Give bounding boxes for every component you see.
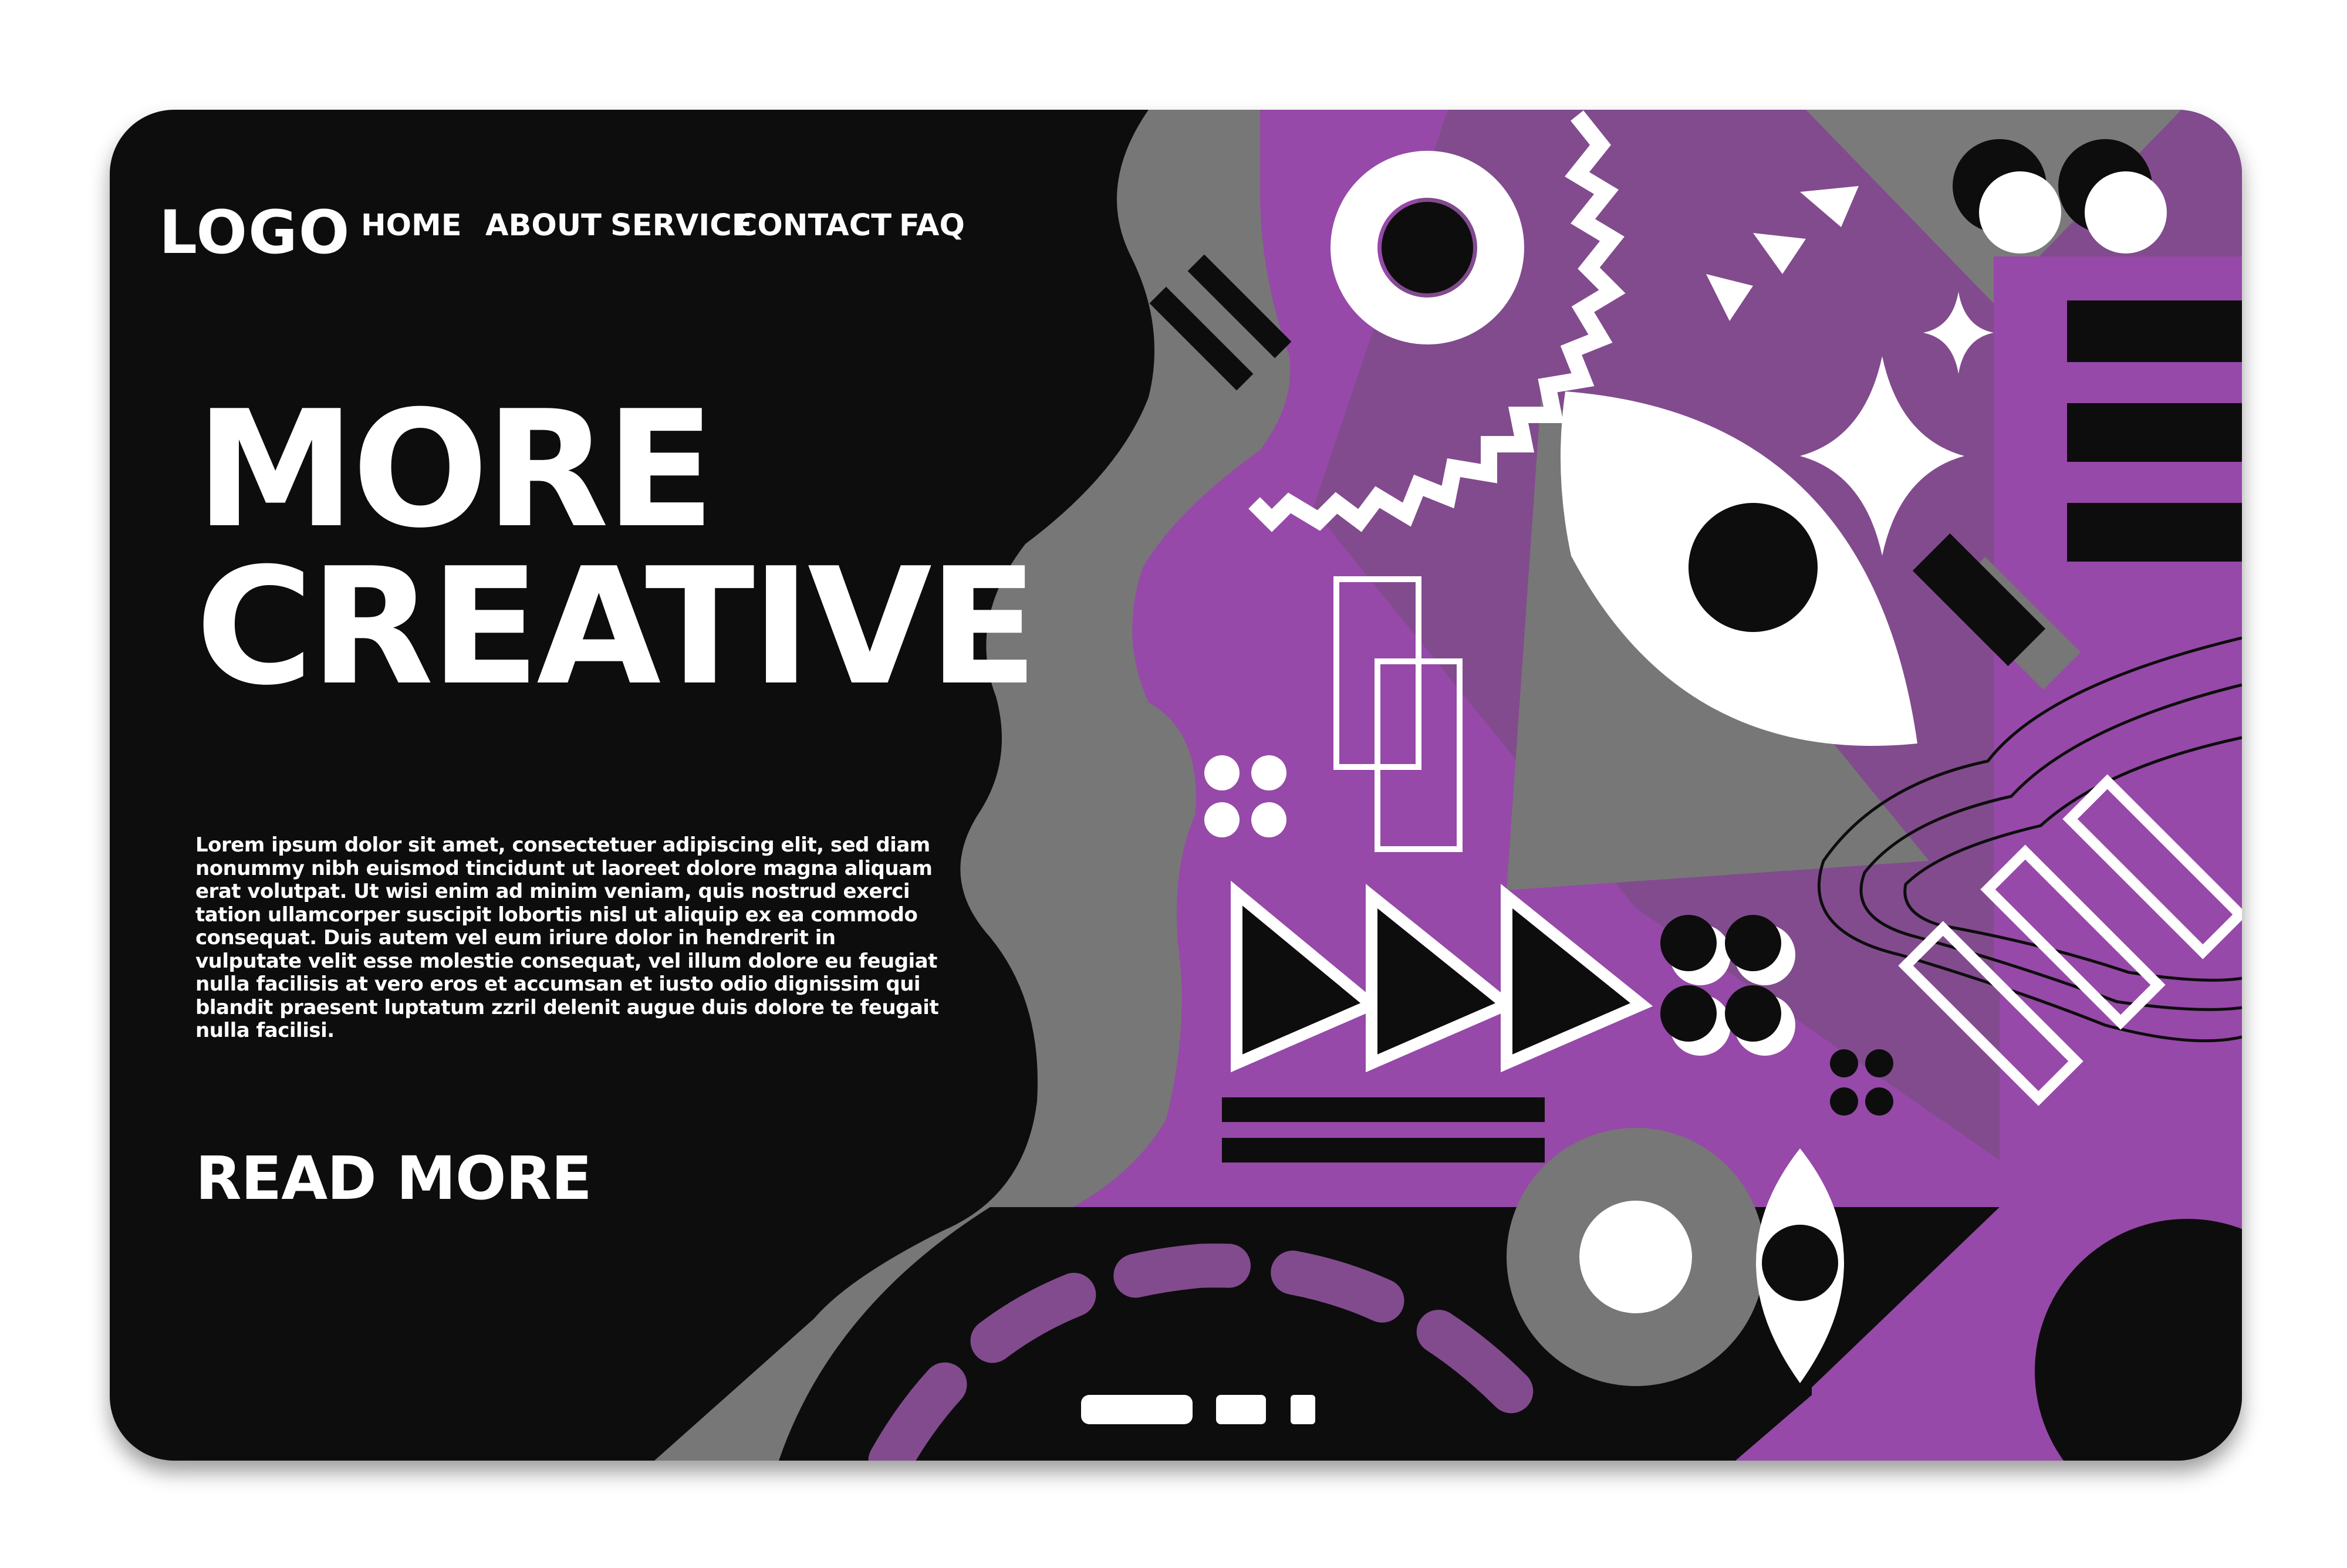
- white-pill-3: [1291, 1395, 1315, 1424]
- ring-top-core: [1382, 202, 1473, 293]
- nav-about-link[interactable]: ABOUT: [485, 208, 602, 243]
- hero-title-line-2: CREATIVE: [195, 533, 1038, 721]
- black-stripe-2: [1222, 1138, 1545, 1163]
- black-stripe-1: [1222, 1097, 1545, 1122]
- white-circle-2: [2085, 171, 2167, 254]
- bw-dot-2b: [1725, 915, 1781, 971]
- white-dot-4: [1251, 802, 1286, 837]
- small-black-dot-2: [1865, 1049, 1893, 1077]
- white-pill-2: [1216, 1395, 1266, 1424]
- black-bar-3: [2067, 503, 2242, 562]
- spiky-pupil-large: [1689, 503, 1818, 632]
- black-bar-1: [2067, 300, 2242, 362]
- nav-home-link[interactable]: HOME: [361, 208, 462, 243]
- landing-page-card: LOGO HOME ABOUT SERVICE CONTACT FAQ MORE…: [110, 110, 2242, 1461]
- hero-body-text: Lorem ipsum dolor sit amet, consectetuer…: [195, 833, 939, 1042]
- white-dot-3: [1204, 802, 1240, 837]
- nav-contact-link[interactable]: CONTACT: [735, 208, 891, 243]
- small-black-dot-1: [1830, 1049, 1858, 1077]
- white-circle-bottom: [1579, 1201, 1692, 1313]
- small-eye-pupil: [1762, 1225, 1838, 1301]
- bw-dot-1b: [1660, 915, 1717, 971]
- bw-dot-3b: [1660, 985, 1717, 1042]
- small-black-dot-3: [1830, 1087, 1858, 1116]
- nav-service-link[interactable]: SERVICE: [610, 208, 752, 243]
- geometric-hero-illustration: [654, 110, 2242, 1461]
- hero-title: MORE CREATIVE: [195, 376, 1038, 721]
- site-logo[interactable]: LOGO: [159, 198, 351, 268]
- white-dot-1: [1204, 755, 1240, 790]
- bw-dot-4b: [1725, 985, 1781, 1042]
- read-more-button[interactable]: READ MORE: [195, 1144, 592, 1214]
- small-black-dot-4: [1865, 1087, 1893, 1116]
- white-pill-1: [1081, 1395, 1193, 1424]
- white-dot-2: [1251, 755, 1286, 790]
- nav-faq-link[interactable]: FAQ: [899, 208, 965, 243]
- hero-title-line-1: MORE: [195, 376, 715, 563]
- white-circle-1: [1979, 171, 2061, 254]
- black-bar-2: [2067, 403, 2242, 462]
